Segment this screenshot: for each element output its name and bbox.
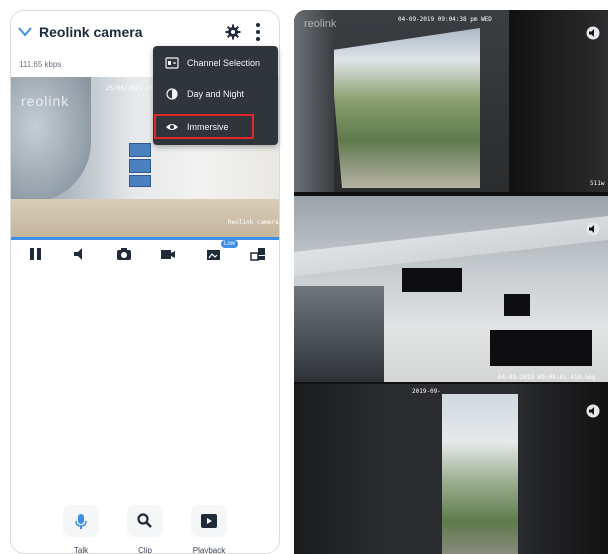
more-options-icon[interactable] bbox=[255, 22, 261, 42]
redaction-block bbox=[402, 268, 462, 292]
panel-side-text: 511w bbox=[590, 180, 605, 187]
camera-snapshot-icon[interactable] bbox=[115, 246, 133, 262]
camera-panel-2[interactable]: 04-09-2019 09:04:41 410-5eg bbox=[294, 196, 608, 382]
menu-item-immersive[interactable]: Immersive bbox=[153, 117, 278, 139]
video-timestamp: 25/06/2021 10 bbox=[106, 85, 153, 92]
microphone-icon bbox=[75, 514, 87, 529]
video-logo: reolink bbox=[304, 18, 337, 30]
redaction-block bbox=[490, 330, 592, 366]
menu-item-day-and-night[interactable]: Day and Night bbox=[153, 84, 278, 106]
menu-item-label: Immersive bbox=[187, 122, 229, 132]
camera-name[interactable]: Reolink camera bbox=[39, 24, 143, 40]
talk-button[interactable] bbox=[63, 505, 99, 537]
blue-box bbox=[129, 159, 151, 173]
blue-box bbox=[129, 143, 151, 157]
speaker-icon[interactable] bbox=[71, 246, 89, 262]
day-night-icon bbox=[166, 88, 178, 100]
chevron-down-icon[interactable] bbox=[17, 25, 33, 39]
pause-icon[interactable] bbox=[27, 246, 45, 262]
bitrate-readout: 111.65 kbps bbox=[19, 60, 62, 69]
eye-icon bbox=[166, 124, 178, 130]
mute-icon[interactable] bbox=[586, 222, 600, 236]
window-view bbox=[442, 394, 518, 554]
redaction-block bbox=[504, 294, 530, 316]
quality-icon[interactable] bbox=[205, 246, 223, 262]
playback-icon bbox=[201, 514, 217, 528]
playback-button[interactable] bbox=[191, 505, 227, 537]
menu-item-channel-selection[interactable]: Channel Selection bbox=[153, 53, 278, 75]
video-camera-overlay: Reolink camera bbox=[228, 219, 279, 226]
window-view bbox=[330, 28, 480, 188]
panel-timestamp: 04-09-2019 09:04:38 pm WED bbox=[398, 16, 492, 23]
search-icon bbox=[137, 513, 152, 528]
clip-label: Clip bbox=[138, 546, 152, 554]
talk-label: Talk bbox=[73, 546, 89, 554]
mute-icon[interactable] bbox=[586, 404, 600, 418]
quality-badge: Low bbox=[221, 240, 239, 248]
immersive-view-screen: reolink 04-09-2019 09:04:38 pm WED 511w … bbox=[294, 10, 608, 554]
record-icon[interactable] bbox=[159, 246, 177, 262]
playback-label: Playback bbox=[192, 546, 226, 554]
panel-timestamp: 2019-09- bbox=[412, 388, 441, 395]
options-menu: Channel Selection Day and Night Immersiv… bbox=[153, 46, 278, 145]
gear-icon[interactable] bbox=[225, 24, 241, 40]
camera-panel-3[interactable]: 2019-09- bbox=[294, 384, 608, 554]
multi-view-icon[interactable] bbox=[249, 246, 267, 262]
mute-icon[interactable] bbox=[586, 26, 600, 40]
channel-icon bbox=[165, 57, 179, 69]
menu-item-label: Day and Night bbox=[187, 89, 245, 99]
camera-panel-1[interactable]: reolink 04-09-2019 09:04:38 pm WED 511w bbox=[294, 10, 608, 192]
menu-item-label: Channel Selection bbox=[187, 58, 261, 68]
video-logo: reolink bbox=[21, 93, 70, 109]
stream-progress-bar bbox=[11, 237, 279, 240]
blue-box bbox=[129, 175, 151, 187]
clip-button[interactable] bbox=[127, 505, 163, 537]
panel-timestamp: 04-09-2019 09:04:41 410-5eg bbox=[498, 374, 596, 381]
